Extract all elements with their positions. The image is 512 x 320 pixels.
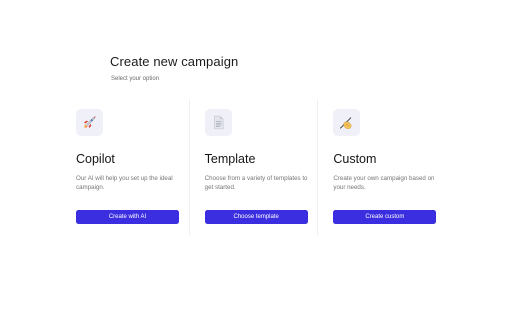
- page-subtitle: Select your option: [111, 76, 160, 82]
- option-description: Create your own campaign based on your n…: [333, 175, 435, 191]
- page-title: Create new campaign: [110, 54, 239, 69]
- create-with-ai-button[interactable]: Create with AI: [76, 210, 179, 224]
- create-custom-button[interactable]: Create custom: [333, 210, 437, 224]
- option-description: Our AI will help you set up the ideal ca…: [76, 175, 173, 191]
- option-description: Choose from a variety of templates to ge…: [204, 175, 308, 191]
- writing-hand-icon: [333, 109, 361, 136]
- campaign-options: Copilot Our AI will help you set up the …: [61, 99, 446, 235]
- option-card-custom[interactable]: Custom Create your own campaign based on…: [318, 99, 446, 235]
- option-title: Copilot: [76, 152, 115, 166]
- choose-template-button[interactable]: Choose template: [204, 210, 308, 224]
- option-card-copilot[interactable]: Copilot Our AI will help you set up the …: [61, 99, 190, 235]
- rocket-icon: [76, 109, 103, 136]
- option-title: Template: [204, 152, 256, 166]
- document-icon: [204, 109, 232, 136]
- option-card-template[interactable]: Template Choose from a variety of templa…: [190, 99, 319, 235]
- option-title: Custom: [333, 152, 377, 166]
